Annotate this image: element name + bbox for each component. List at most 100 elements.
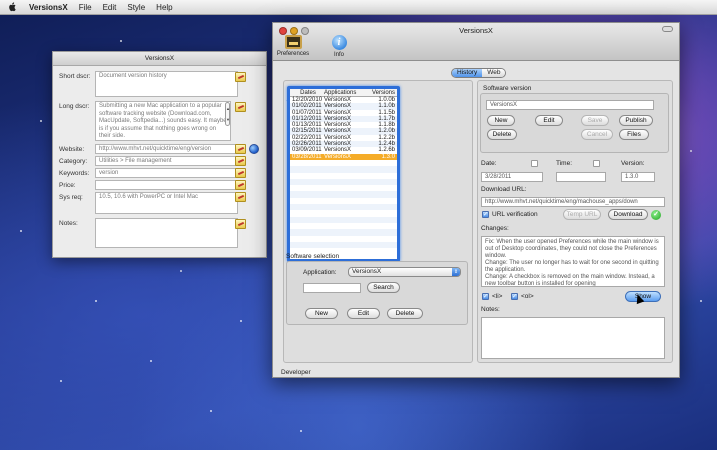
- version-edit-button[interactable]: Edit: [535, 115, 563, 126]
- selection-new-button[interactable]: New: [305, 308, 338, 319]
- time-field[interactable]: [556, 172, 606, 182]
- download-button[interactable]: Download: [608, 209, 648, 220]
- application-label: Application:: [303, 269, 337, 276]
- version-delete-button[interactable]: Delete: [487, 129, 517, 140]
- changes-label: Changes:: [481, 225, 509, 232]
- version-save-button[interactable]: Save: [581, 115, 609, 126]
- changes-textarea[interactable]: Fix: When the user opened Preferences wh…: [481, 236, 665, 287]
- category-field[interactable]: Utilities > File management: [95, 156, 238, 166]
- edit-long-descr-icon[interactable]: [235, 102, 246, 112]
- date-field[interactable]: 3/28/2011: [481, 172, 543, 182]
- url-verification-checkbox[interactable]: ✓: [482, 211, 489, 218]
- version-new-button[interactable]: New: [487, 115, 515, 126]
- long-descr-field[interactable]: Submitting a new Mac application to a po…: [95, 101, 231, 141]
- info-icon: i: [331, 35, 347, 50]
- edit-notes-icon[interactable]: [235, 219, 246, 229]
- globe-icon[interactable]: [249, 144, 259, 154]
- menu-style[interactable]: Style: [127, 3, 145, 12]
- li-label: <li>: [492, 293, 503, 300]
- ol-label: <ol>: [521, 293, 534, 300]
- column-applications[interactable]: Applications: [324, 89, 370, 96]
- edit-category-icon[interactable]: [235, 156, 246, 166]
- website-label: Website:: [59, 146, 85, 153]
- versions-table[interactable]: Dates Applications Versions 12/20/2010 Ve…: [287, 86, 400, 262]
- temp-url-button[interactable]: Temp URL: [563, 209, 601, 220]
- table-cell: VersionsX: [324, 153, 352, 160]
- menu-help[interactable]: Help: [156, 3, 172, 12]
- versions-table-body: 12/20/2010 VersionsX 1.0.0b 01/02/2011 Versi…: [290, 97, 397, 249]
- website-row: Website: http://www.mhvt.net/quicktime/e…: [59, 144, 259, 154]
- software-version-title: Software version: [483, 85, 532, 92]
- version-field[interactable]: 1.3.0: [621, 172, 655, 182]
- url-verification-label: URL verification: [492, 211, 538, 218]
- time-checkbox[interactable]: [593, 160, 600, 167]
- application-select[interactable]: VersionsX ⇕: [348, 267, 461, 277]
- search-input[interactable]: [303, 283, 361, 293]
- long-descr-label: Long dscr:: [59, 103, 90, 110]
- menu-app-name[interactable]: VersionsX: [29, 3, 68, 12]
- version-label: Version:: [621, 160, 645, 167]
- preferences-toolbar-button[interactable]: Preferences: [276, 35, 310, 57]
- menu-edit[interactable]: Edit: [103, 3, 117, 12]
- edit-website-icon[interactable]: [235, 144, 246, 154]
- long-descr-scroll-arrows-icon[interactable]: ▲ ▼: [225, 102, 230, 126]
- li-checkbox[interactable]: ✓: [482, 293, 489, 300]
- info-window-title[interactable]: VersionsX: [53, 52, 266, 66]
- time-label: Time:: [556, 160, 573, 167]
- version-notes-textarea[interactable]: [481, 317, 665, 359]
- files-button[interactable]: Files: [619, 129, 649, 140]
- checkmark-icon: ✓: [651, 210, 661, 220]
- version-notes-label: Notes:: [481, 306, 500, 313]
- search-button[interactable]: Search: [367, 282, 400, 293]
- table-cell: 03/28/2011: [292, 153, 322, 160]
- table-cell: 1.3.0: [381, 153, 395, 160]
- preferences-label: Preferences: [276, 51, 310, 57]
- sysreq-label: Sys req:: [59, 194, 83, 201]
- version-name-field[interactable]: VersionsX: [486, 100, 654, 110]
- selection-edit-button[interactable]: Edit: [347, 308, 380, 319]
- category-row: Category: Utilities > File management: [59, 156, 259, 166]
- version-cancel-button[interactable]: Cancel: [581, 129, 613, 140]
- edit-sysreq-icon[interactable]: [235, 192, 246, 202]
- main-window-toolbar: VersionsX Preferences i Info: [273, 23, 679, 61]
- selection-delete-button[interactable]: Delete: [387, 308, 423, 319]
- info-window: VersionsX Short dscr: Document version h…: [52, 51, 267, 258]
- menu-bar: VersionsX File Edit Style Help: [0, 0, 717, 15]
- software-selection-title: Software selection: [286, 253, 340, 260]
- sysreq-field[interactable]: 10.5, 10.6 with PowerPC or Intel Mac: [95, 192, 238, 214]
- short-descr-row: Short dscr: Document version history: [59, 71, 259, 97]
- column-dates[interactable]: Dates: [290, 89, 324, 96]
- ol-checkbox[interactable]: ✓: [511, 293, 518, 300]
- info-label: Info: [333, 52, 344, 58]
- date-checkbox[interactable]: [531, 160, 538, 167]
- price-field[interactable]: [95, 180, 238, 190]
- category-label: Category:: [59, 158, 88, 165]
- edit-keywords-icon[interactable]: [235, 168, 246, 178]
- website-field[interactable]: http://www.mhvt.net/quicktime/eng/versio…: [95, 144, 238, 154]
- table-row[interactable]: 03/28/2011 VersionsX 1.3.0: [290, 153, 397, 160]
- notes-field[interactable]: [95, 218, 238, 248]
- info-toolbar-button[interactable]: i Info: [328, 35, 350, 58]
- price-row: Price:: [59, 180, 259, 190]
- statusbar-text: Developer: [281, 369, 311, 376]
- column-versions[interactable]: Versions: [370, 89, 397, 96]
- keywords-row: Keywords: version: [59, 168, 259, 178]
- toolbar-toggle-button[interactable]: [662, 26, 673, 32]
- publish-button[interactable]: Publish: [619, 115, 653, 126]
- application-select-value: VersionsX: [352, 268, 382, 275]
- tab-web[interactable]: Web: [482, 69, 506, 77]
- edit-short-descr-icon[interactable]: [235, 72, 246, 82]
- table-row[interactable]: [290, 241, 397, 249]
- date-label: Date:: [481, 160, 497, 167]
- tab-history[interactable]: History: [452, 69, 483, 77]
- chevron-updown-icon: ⇕: [452, 268, 460, 276]
- preferences-icon: [284, 35, 302, 49]
- download-url-field[interactable]: http://www.mhvt.net/quicktime/eng/machou…: [481, 197, 665, 207]
- keywords-field[interactable]: version: [95, 168, 238, 178]
- download-url-label: Download URL:: [481, 186, 527, 193]
- short-descr-field[interactable]: Document version history: [95, 71, 238, 97]
- apple-icon[interactable]: [8, 2, 17, 12]
- menu-file[interactable]: File: [79, 3, 92, 12]
- price-label: Price:: [59, 182, 76, 189]
- edit-price-icon[interactable]: [235, 180, 246, 190]
